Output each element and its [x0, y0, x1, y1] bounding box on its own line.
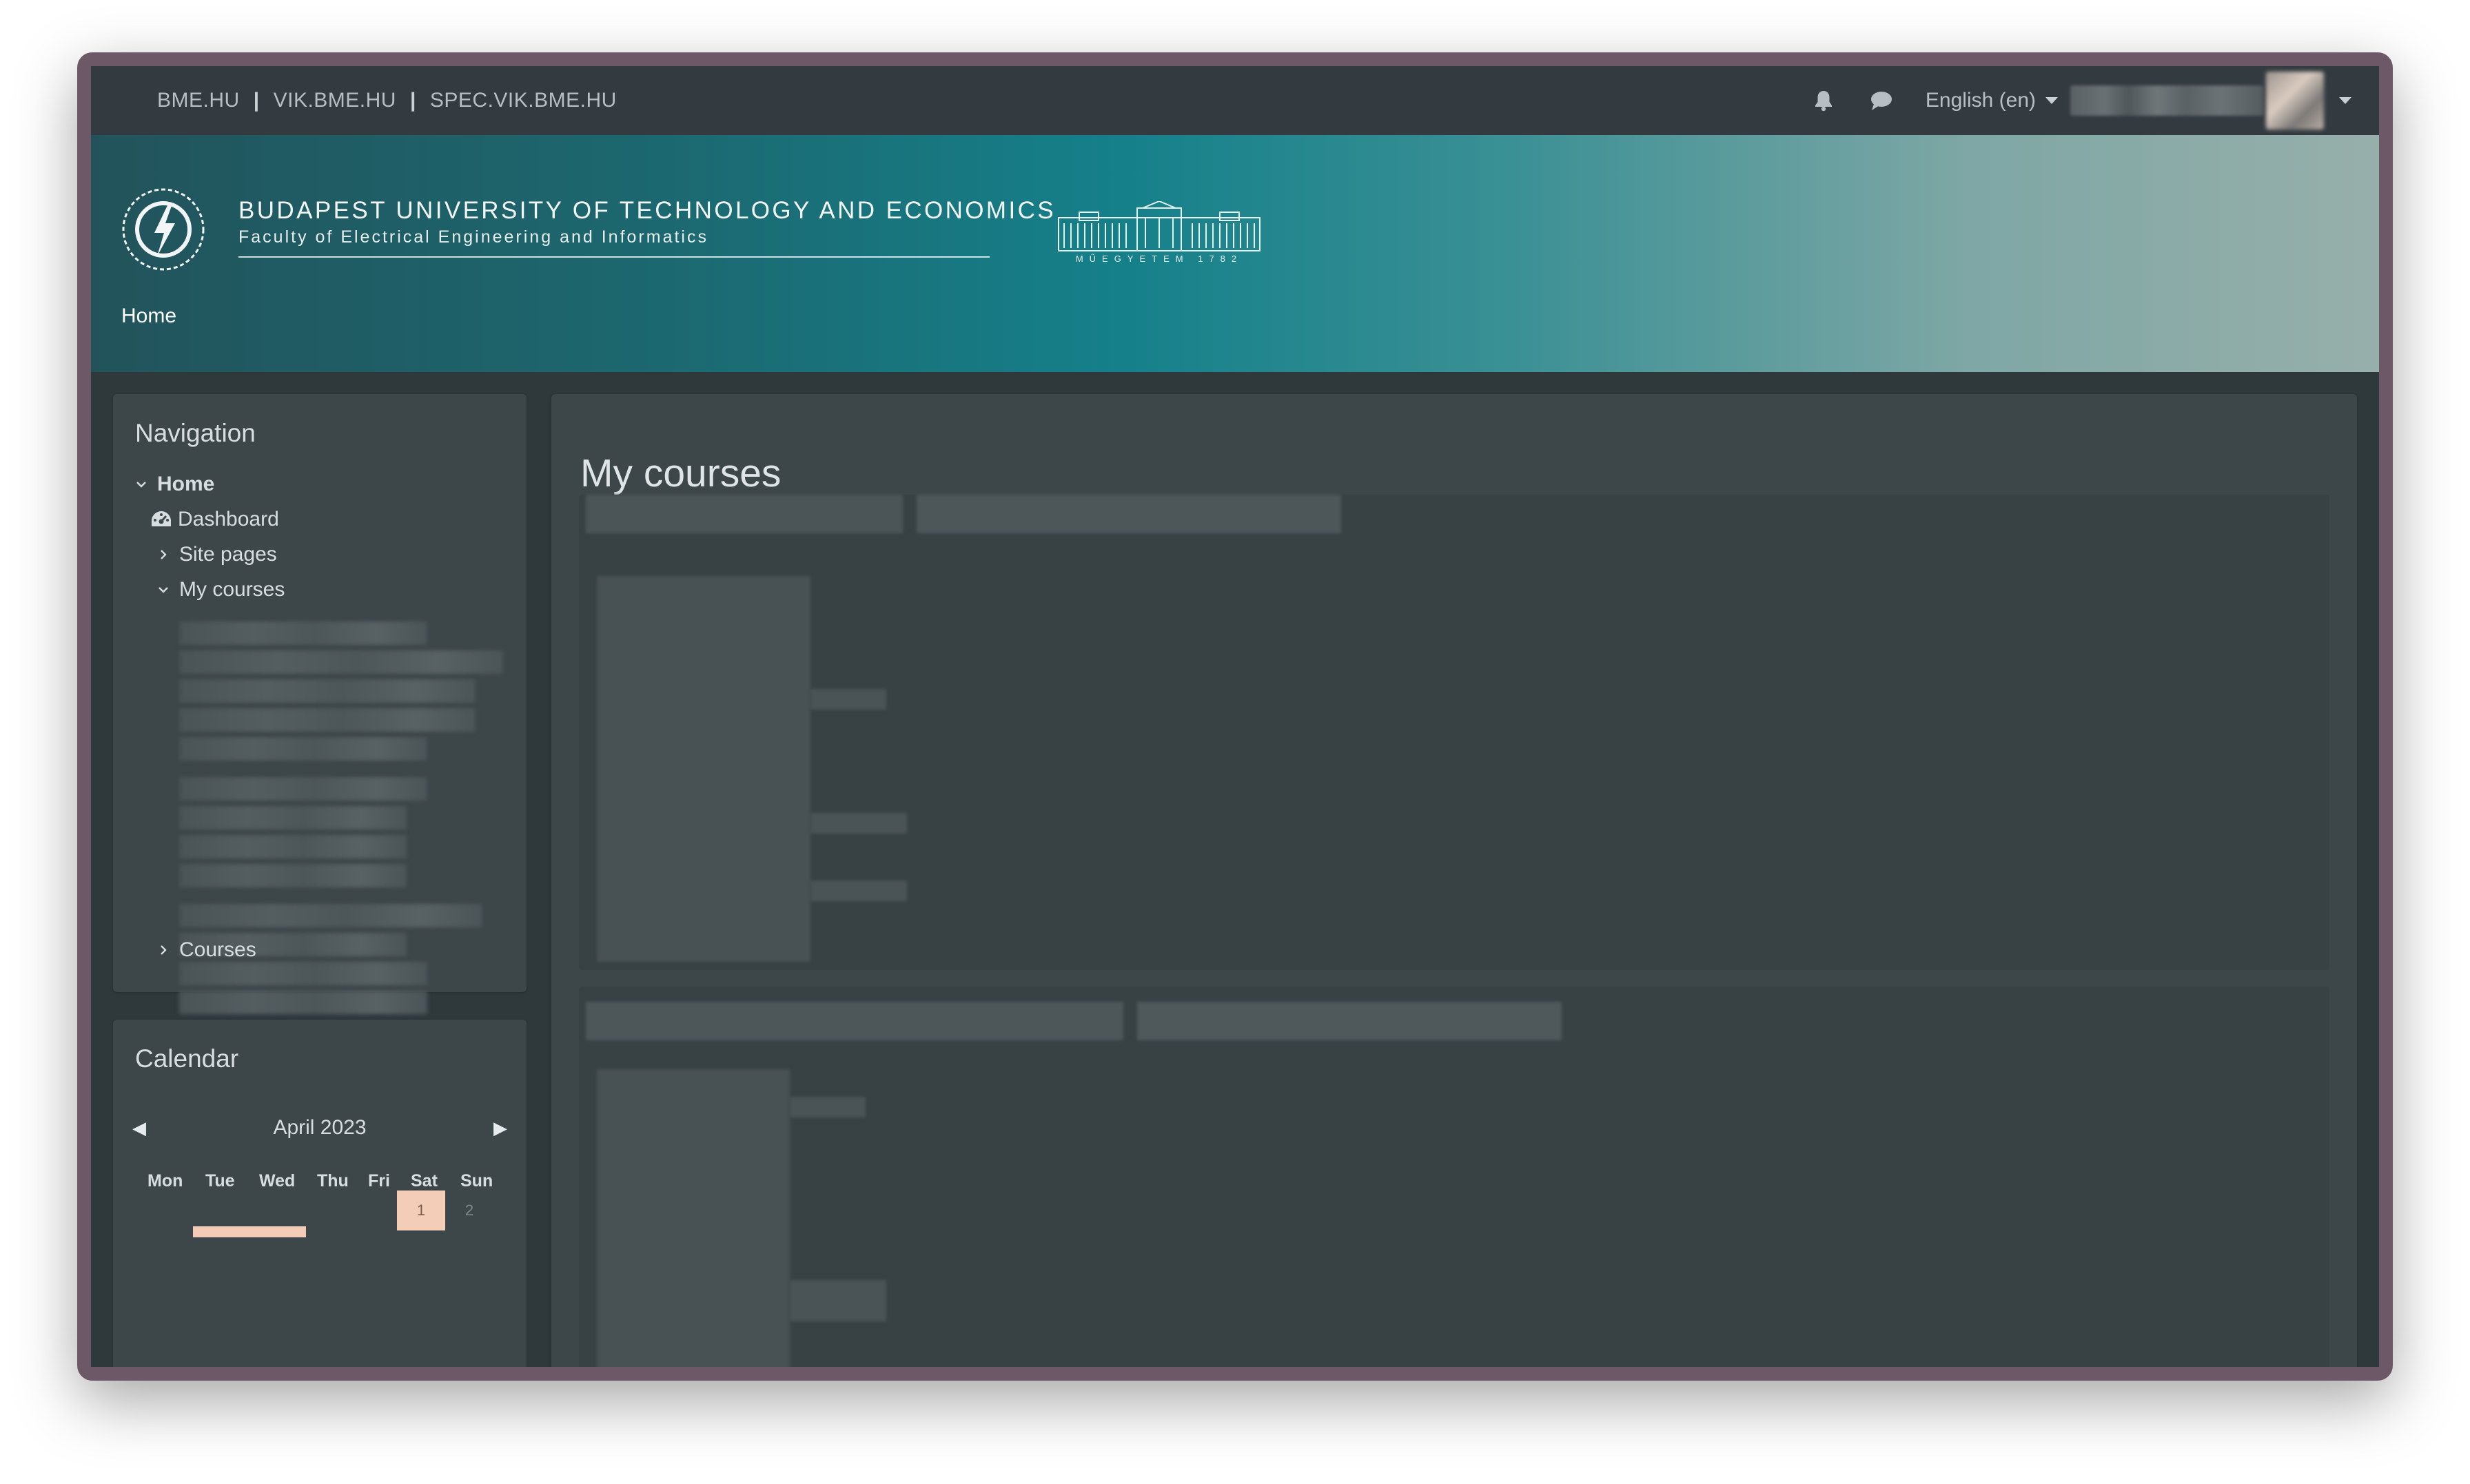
bell-icon[interactable] [1810, 87, 1837, 114]
nav-dashboard-label: Dashboard [178, 508, 279, 530]
university-name: BUDAPEST UNIVERSITY OF TECHNOLOGY AND EC… [238, 197, 1057, 224]
weekday-mon: Mon [147, 1171, 183, 1191]
link-separator: | [253, 89, 260, 112]
next-month-button[interactable]: ▶ [493, 1117, 507, 1139]
weekday-sat: Sat [411, 1171, 438, 1191]
title-underline [238, 256, 990, 258]
navigation-title: Navigation [135, 419, 256, 447]
weekday-tue: Tue [205, 1171, 235, 1191]
weekday-sun: Sun [460, 1171, 493, 1191]
nav-site-pages-label: Site pages [179, 543, 277, 566]
nav-item-dashboard[interactable]: Dashboard [150, 508, 279, 531]
language-label: English (en) [1925, 89, 2036, 112]
calendar-day-today[interactable]: 1 [397, 1191, 445, 1230]
chevron-down-icon[interactable] [2339, 97, 2351, 104]
link-vik[interactable]: VIK.BME.HU [274, 89, 396, 112]
faculty-name: Faculty of Electrical Engineering and In… [238, 227, 708, 247]
site-header-banner: BUDAPEST UNIVERSITY OF TECHNOLOGY AND EC… [91, 135, 2379, 372]
calendar-day[interactable]: 2 [445, 1191, 493, 1230]
chevron-right-icon [161, 550, 167, 559]
link-spec-vik[interactable]: SPEC.VIK.BME.HU [430, 89, 617, 112]
weekday-thu: Thu [317, 1171, 349, 1191]
browser-window: BME.HU | VIK.BME.HU | SPEC.VIK.BME.HU En… [77, 52, 2393, 1381]
calendar-month: April 2023 [273, 1116, 367, 1139]
course-card[interactable] [579, 495, 2329, 970]
building-logo: MŰEGYETEM 1782 [1058, 201, 1260, 264]
chevron-down-icon [159, 587, 168, 593]
redacted-course-list [179, 621, 503, 1076]
faculty-logo[interactable] [119, 185, 208, 274]
dashboard-icon [152, 511, 171, 526]
breadcrumb-home[interactable]: Home [121, 305, 176, 328]
link-separator: | [409, 89, 416, 112]
user-menu-area: English (en) [1810, 66, 2379, 135]
nav-item-home[interactable]: Home [135, 473, 214, 496]
nav-item-courses[interactable]: Courses [157, 938, 256, 962]
user-name-redacted[interactable] [2070, 85, 2263, 116]
chevron-right-icon [161, 945, 167, 955]
nav-item-site-pages[interactable]: Site pages [157, 543, 277, 566]
weekday-wed: Wed [259, 1171, 296, 1191]
chat-icon[interactable] [1868, 87, 1895, 114]
chevron-down-icon [2045, 97, 2058, 104]
prev-month-button[interactable]: ◀ [132, 1117, 146, 1139]
link-bme[interactable]: BME.HU [157, 89, 240, 112]
chevron-down-icon [136, 482, 146, 488]
page-viewport: BME.HU | VIK.BME.HU | SPEC.VIK.BME.HU En… [91, 66, 2379, 1367]
nav-item-my-courses[interactable]: My courses [157, 578, 285, 601]
language-selector[interactable]: English (en) [1926, 89, 2058, 112]
course-card[interactable] [579, 987, 2329, 1367]
avatar[interactable] [2266, 72, 2324, 130]
calendar-block: Calendar ◀ April 2023 ▶ Mon Tue Wed Thu … [113, 1020, 527, 1367]
navigation-block: Navigation Home Dashboard Site pages My … [113, 394, 527, 1014]
external-links: BME.HU | VIK.BME.HU | SPEC.VIK.BME.HU [157, 66, 617, 135]
building-caption: MŰEGYETEM 1782 [1076, 254, 1243, 264]
main-content: My courses [551, 394, 2357, 1367]
nav-my-courses-label: My courses [179, 578, 285, 601]
calendar-event-marker[interactable] [193, 1226, 306, 1237]
calendar-nav: ◀ April 2023 ▶ [132, 1116, 507, 1140]
nav-home-label: Home [157, 473, 215, 495]
top-navbar: BME.HU | VIK.BME.HU | SPEC.VIK.BME.HU En… [91, 66, 2379, 135]
weekday-fri: Fri [368, 1171, 390, 1191]
page-title: My courses [580, 451, 782, 496]
nav-courses-label: Courses [179, 938, 256, 961]
calendar-title: Calendar [135, 1044, 239, 1073]
